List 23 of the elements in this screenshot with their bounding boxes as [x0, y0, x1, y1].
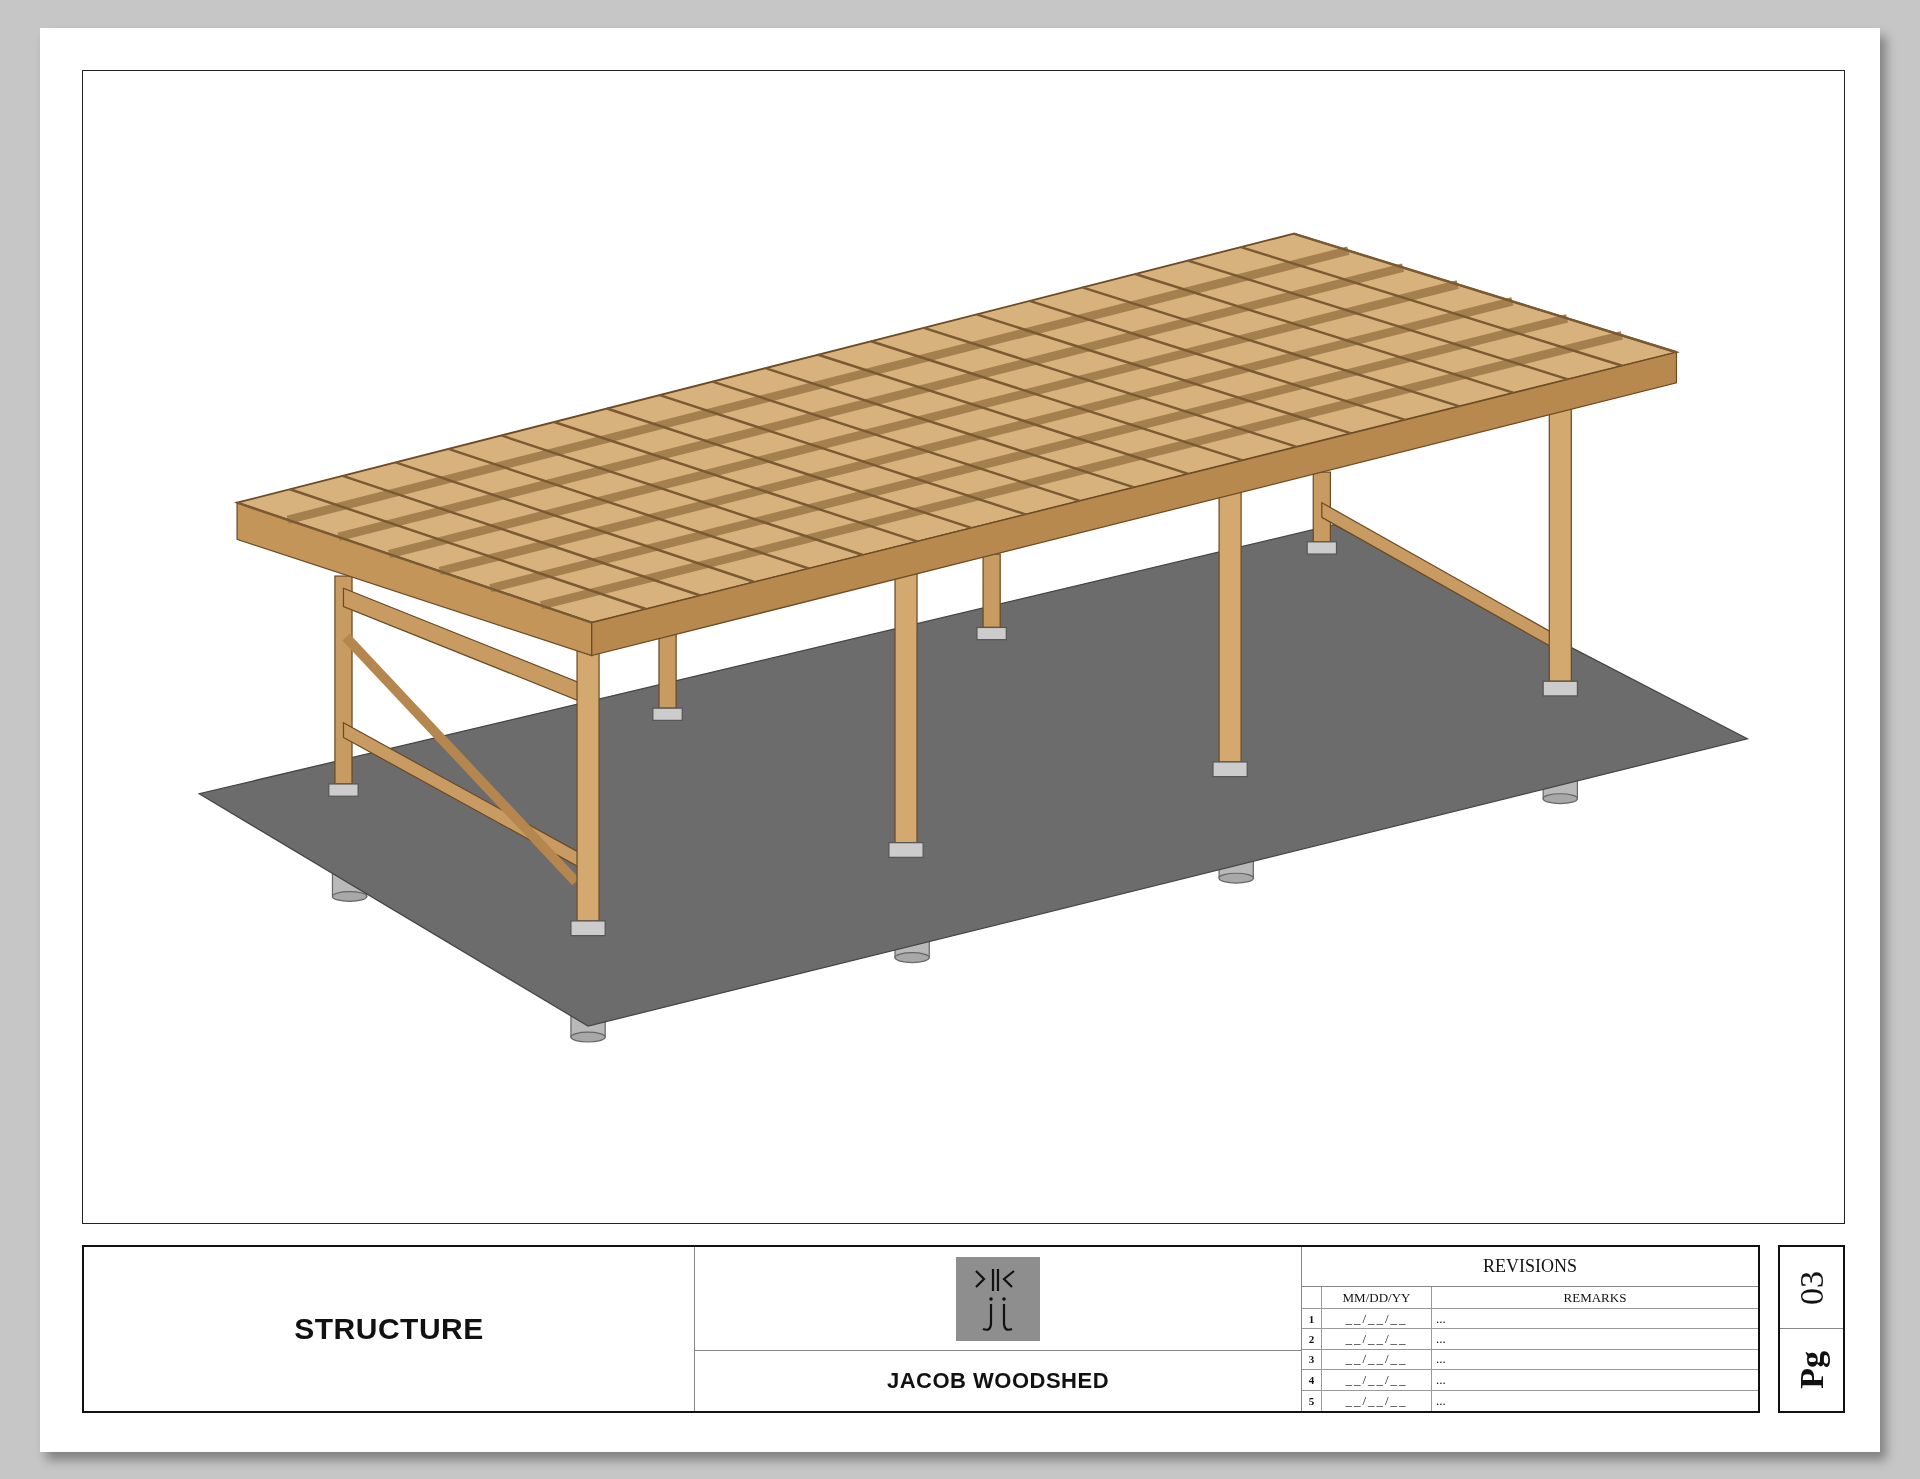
column-header: MM/DD/YY	[1322, 1287, 1432, 1308]
table-cell-text: ...	[1435, 1309, 1447, 1328]
table-cell-text: ...	[1435, 1370, 1447, 1389]
row-number: 4	[1302, 1370, 1322, 1390]
row-number: 2	[1302, 1329, 1322, 1349]
page-number: 03	[1792, 1270, 1831, 1305]
row-number: 5	[1302, 1390, 1322, 1411]
revisions-title: REVISIONS	[1483, 1256, 1577, 1277]
table-cell: __/__/__	[1322, 1370, 1432, 1390]
table-cell-text: ...	[1435, 1350, 1447, 1369]
project-name: JACOB WOODSHED	[886, 1368, 1110, 1394]
row-number: 1	[1302, 1309, 1322, 1329]
table-cell-text: ...	[1435, 1330, 1447, 1349]
row-number: 3	[1302, 1349, 1322, 1370]
table-cell: __/__/__	[1322, 1309, 1432, 1329]
table-cell: __/__/__	[1322, 1390, 1432, 1411]
table-cell: __/__/__	[1322, 1329, 1432, 1349]
sheet-title: STRUCTURE	[294, 1312, 484, 1346]
page-label: Pg	[1792, 1351, 1831, 1389]
column-header: REMARKS	[1562, 1288, 1628, 1307]
table-cell: __/__/__	[1322, 1349, 1432, 1370]
logo-icon	[956, 1256, 1040, 1341]
table-cell-text: ...	[1435, 1391, 1447, 1410]
